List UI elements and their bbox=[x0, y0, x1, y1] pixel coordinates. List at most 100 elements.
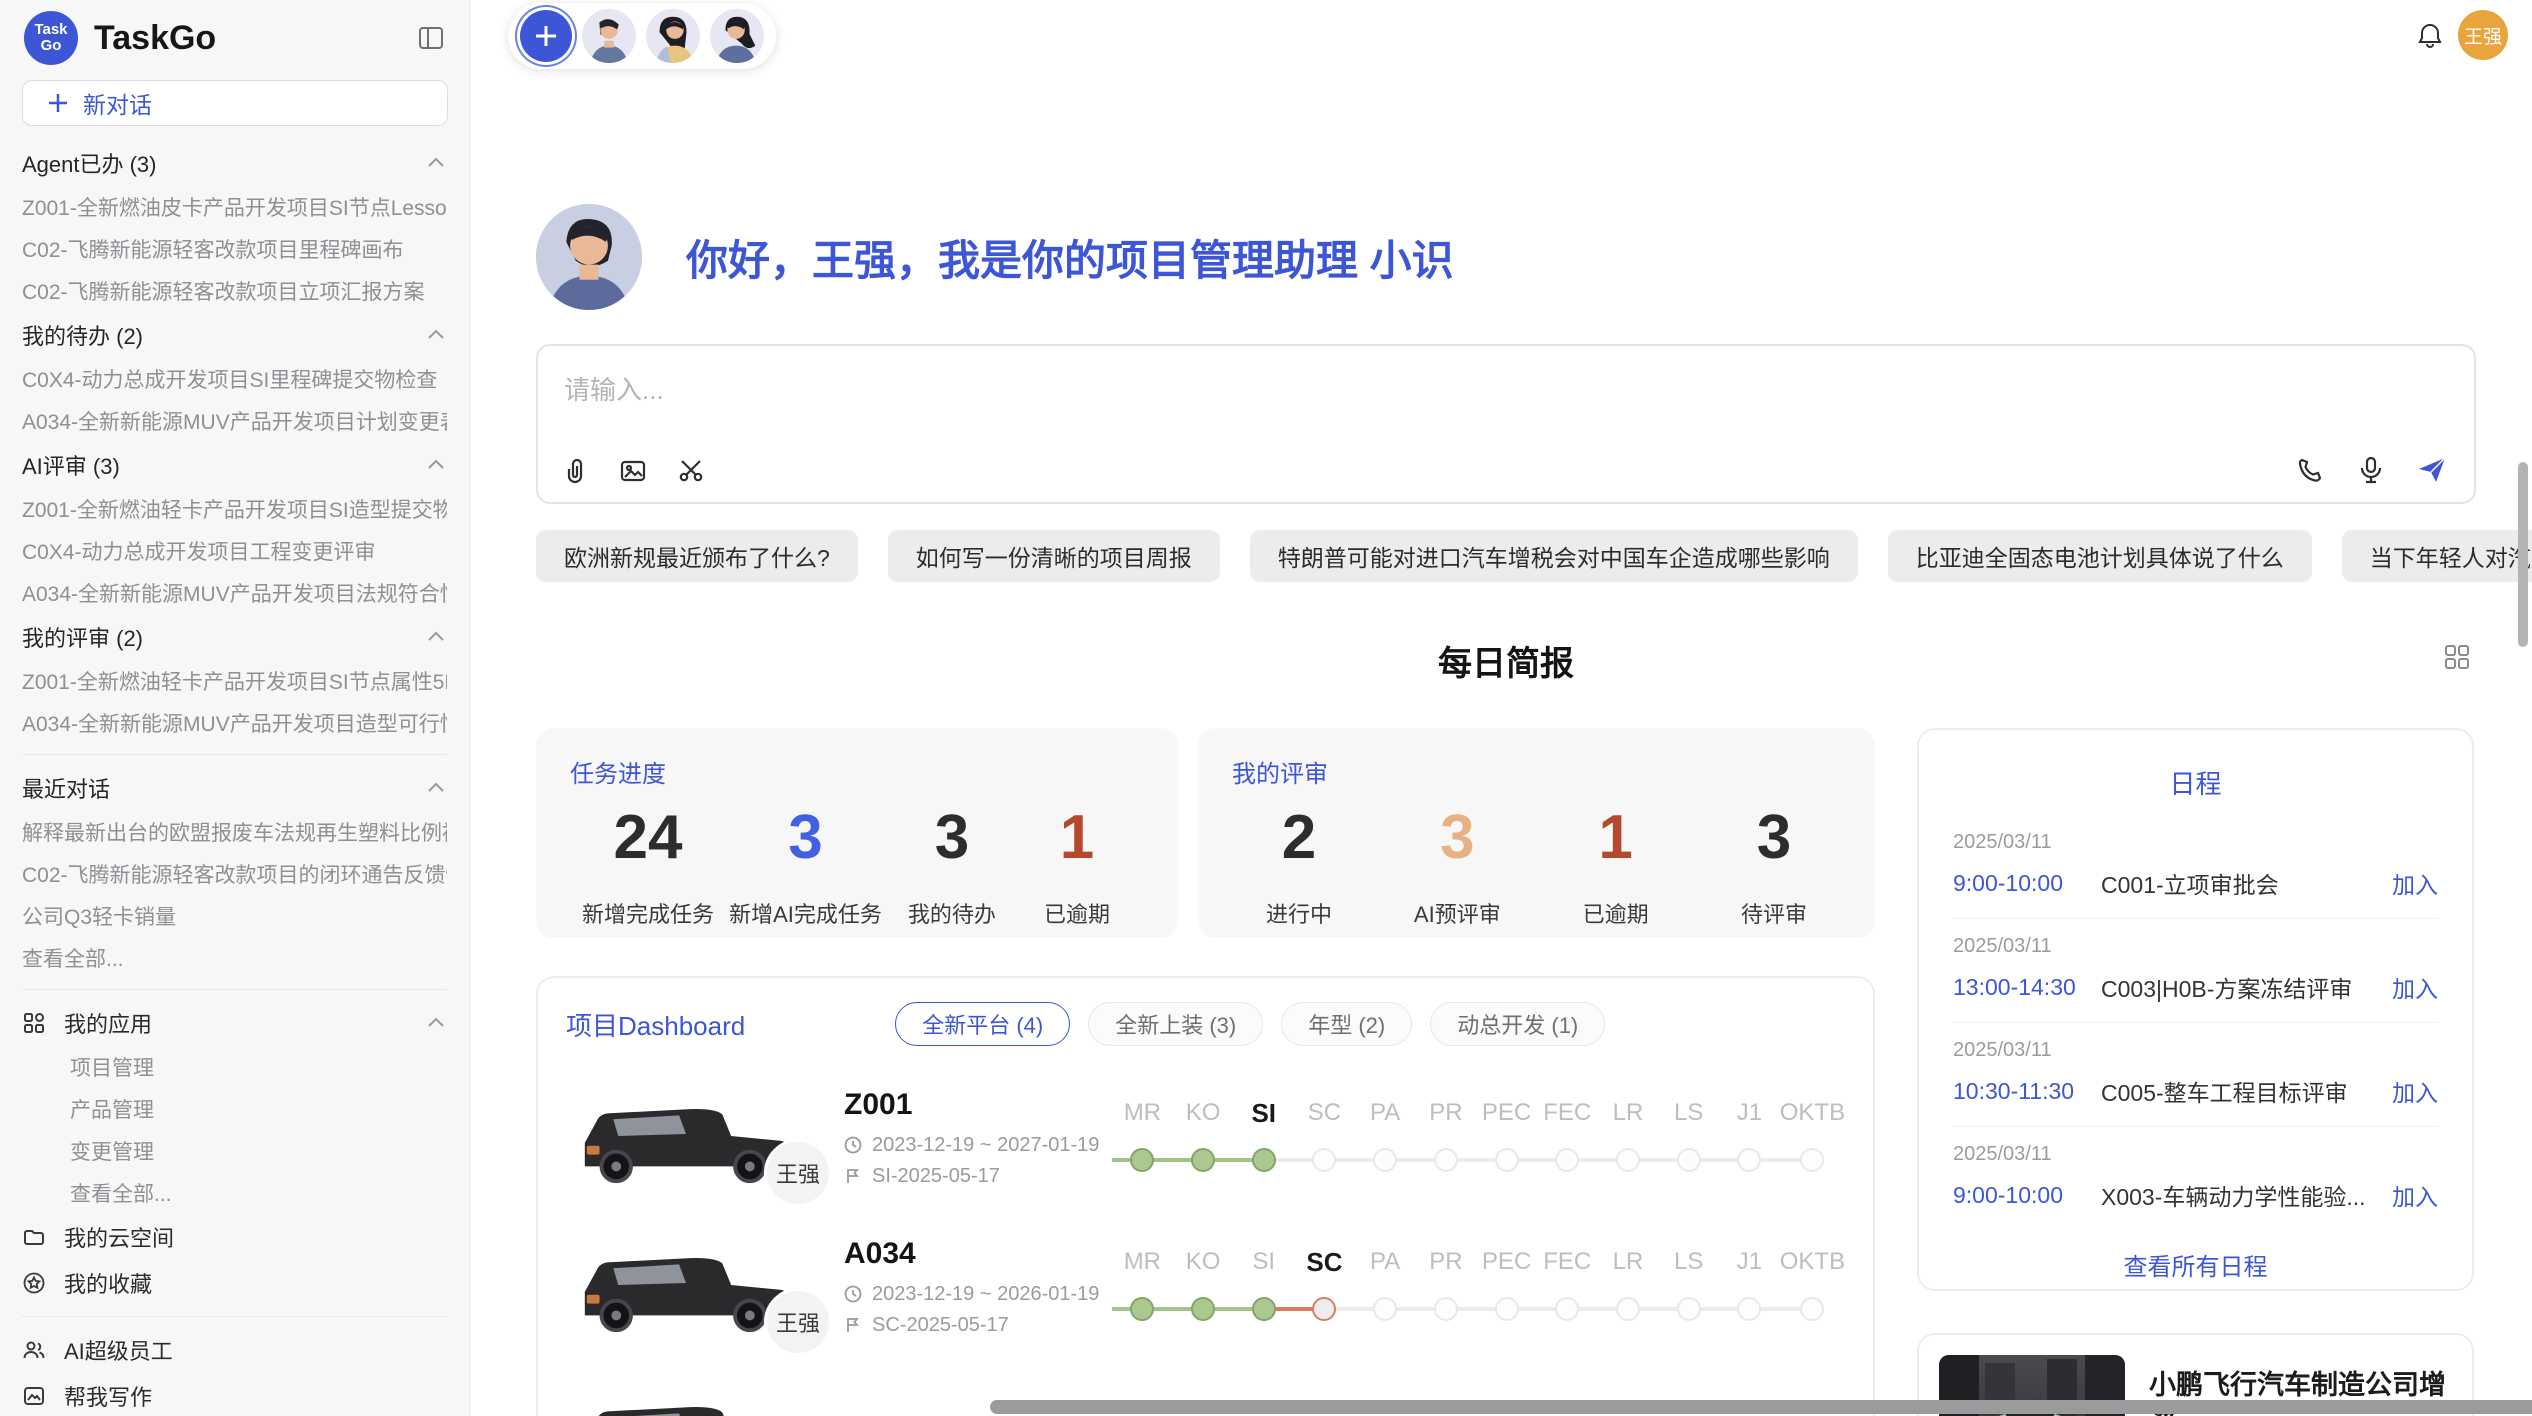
app-link[interactable]: 变更管理 bbox=[22, 1130, 447, 1172]
app-logo: Task Go bbox=[24, 11, 78, 65]
horizontal-scrollbar[interactable] bbox=[990, 1400, 2532, 1414]
add-session-button[interactable] bbox=[520, 10, 572, 62]
sidebar-task-item[interactable]: Z001-全新燃油轻卡产品开发项目SI造型提交物评审 bbox=[22, 488, 447, 530]
join-link[interactable]: 加入 bbox=[2392, 970, 2438, 1004]
send-icon[interactable] bbox=[2416, 454, 2448, 486]
milestone: MR bbox=[1112, 1241, 1173, 1333]
recent-chat-item[interactable]: 解释最新出台的欧盟报废车法规再生塑料比例被调至15%... bbox=[22, 811, 447, 853]
suggestion-chip[interactable]: 如何写一份清晰的项目周报 bbox=[888, 530, 1220, 582]
section-ai-review[interactable]: AI评审 (3) bbox=[22, 442, 447, 488]
section-label: 我的评审 (2) bbox=[22, 621, 143, 653]
schedule-entry: 2025/03/11 13:00-14:30 C003|H0B-方案冻结评审 加… bbox=[1953, 919, 2438, 1023]
recent-view-all-link[interactable]: 查看全部... bbox=[22, 937, 447, 979]
ai-super-staff-label: AI超级员工 bbox=[64, 1334, 173, 1366]
milestone-label: FEC bbox=[1537, 1241, 1598, 1283]
layout-grid-icon[interactable] bbox=[2442, 642, 2472, 672]
dashboard-tab[interactable]: 全新上装 (3) bbox=[1088, 1002, 1263, 1046]
greeting-block: 你好，王强，我是你的项目管理助理 小识 bbox=[536, 204, 2476, 310]
milestone: OKTB bbox=[1780, 1241, 1845, 1333]
sidebar-header: Task Go TaskGo bbox=[0, 0, 469, 76]
microphone-icon[interactable] bbox=[2356, 455, 2386, 485]
stat-label: 待评审 bbox=[1741, 897, 1807, 929]
my-cloud-space[interactable]: 我的云空间 bbox=[22, 1214, 447, 1260]
chat-composer[interactable] bbox=[536, 344, 2476, 504]
schedule-time: 9:00-10:00 bbox=[1953, 1182, 2101, 1209]
screenshot-scissors-icon[interactable] bbox=[676, 456, 706, 486]
section-agent-done[interactable]: Agent已办 (3) bbox=[22, 140, 447, 186]
user-avatar[interactable]: 王强 bbox=[2458, 10, 2508, 60]
chat-input[interactable] bbox=[562, 368, 1762, 412]
stat-label: 新增AI完成任务 bbox=[729, 897, 882, 929]
join-link[interactable]: 加入 bbox=[2392, 1178, 2438, 1212]
vertical-scrollbar[interactable] bbox=[2518, 462, 2528, 647]
join-link[interactable]: 加入 bbox=[2392, 1074, 2438, 1108]
my-apps-header[interactable]: 我的应用 bbox=[22, 1000, 447, 1046]
stat-value: 2 bbox=[1282, 807, 1316, 869]
dashboard-tab[interactable]: 全新平台 (4) bbox=[895, 1002, 1070, 1046]
milestone-dot bbox=[1252, 1297, 1276, 1321]
section-my-todo[interactable]: 我的待办 (2) bbox=[22, 312, 447, 358]
sidebar-task-item[interactable]: A034-全新新能源MUV产品开发项目造型可行性评审 bbox=[22, 702, 447, 744]
milestone-label: J1 bbox=[1719, 1092, 1780, 1134]
sidebar-task-item[interactable]: Z001-全新燃油轻卡产品开发项目SI节点属性5D文件评审 bbox=[22, 660, 447, 702]
milestone: J1 bbox=[1719, 1092, 1780, 1184]
ai-super-staff[interactable]: AI超级员工 bbox=[22, 1327, 447, 1373]
milestone-track: MR KO SI SC bbox=[1112, 1092, 1845, 1184]
suggestion-chip[interactable]: 欧洲新规最近颁布了什么? bbox=[536, 530, 858, 582]
sidebar-task-item[interactable]: C02-飞腾新能源轻客改款项目里程碑画布 bbox=[22, 228, 447, 270]
recent-chat-item[interactable]: C02-飞腾新能源轻客改款项目的闭环通告反馈情况 bbox=[22, 853, 447, 895]
app-link[interactable]: 项目管理 bbox=[22, 1046, 447, 1088]
project-owner-badge: 王强 bbox=[764, 1288, 832, 1356]
insert-image-icon[interactable] bbox=[618, 456, 648, 486]
section-items: Z001-全新燃油轻卡产品开发项目SI造型提交物评审C0X4-动力总成开发项目工… bbox=[22, 488, 447, 614]
session-avatar[interactable] bbox=[710, 9, 764, 63]
sidebar-task-item[interactable]: C0X4-动力总成开发项目工程变更评审 bbox=[22, 530, 447, 572]
new-chat-button[interactable]: 新对话 bbox=[22, 80, 448, 126]
session-avatar[interactable] bbox=[582, 9, 636, 63]
dashboard-tab[interactable]: 动总开发 (1) bbox=[1430, 1002, 1605, 1046]
milestone-label: SI bbox=[1233, 1092, 1294, 1134]
sidebar-task-item[interactable]: A034-全新新能源MUV产品开发项目法规符合性评审 bbox=[22, 572, 447, 614]
app-link[interactable]: 产品管理 bbox=[22, 1088, 447, 1130]
chevron-up-icon bbox=[425, 152, 447, 174]
greeting-text: 你好，王强，我是你的项目管理助理 小识 bbox=[686, 227, 1454, 288]
suggestion-chip[interactable]: 比亚迪全固态电池计划具体说了什么 bbox=[1888, 530, 2312, 582]
suggestion-chip[interactable]: 特朗普可能对进口汽车增税会对中国车企造成哪些影响 bbox=[1250, 530, 1858, 582]
logo-line2: Go bbox=[41, 38, 62, 54]
sidebar-task-item[interactable]: C02-飞腾新能源轻客改款项目立项汇报方案 bbox=[22, 270, 447, 312]
dashboard-tab[interactable]: 年型 (2) bbox=[1281, 1002, 1412, 1046]
help-me-write[interactable]: 帮我写作 bbox=[22, 1373, 447, 1416]
section-recent-chats[interactable]: 最近对话 bbox=[22, 765, 447, 811]
recent-chat-item[interactable]: 公司Q3轻卡销量 bbox=[22, 895, 447, 937]
daily-brief-header: 每日简报 bbox=[536, 636, 2476, 682]
stats: 2 进行中 3 AI预评审 1 已逾期 3 bbox=[1232, 807, 1841, 929]
image-doc-icon bbox=[22, 1384, 46, 1408]
sidebar-task-item[interactable]: Z001-全新燃油皮卡产品开发项目SI节点Lesson Learn报告 bbox=[22, 186, 447, 228]
sidebar-task-item[interactable]: C0X4-动力总成开发项目SI里程碑提交物检查 bbox=[22, 358, 447, 400]
view-all-schedule-link[interactable]: 查看所有日程 bbox=[2118, 1246, 2274, 1283]
section-my-review[interactable]: 我的评审 (2) bbox=[22, 614, 447, 660]
my-favorites[interactable]: 我的收藏 bbox=[22, 1260, 447, 1306]
milestone: PR bbox=[1416, 1092, 1477, 1184]
sidebar-task-item[interactable]: A034-全新新能源MUV产品开发项目计划变更表编写 bbox=[22, 400, 447, 442]
users-icon bbox=[22, 1338, 46, 1362]
chevron-up-icon bbox=[425, 454, 447, 476]
notification-bell-icon[interactable] bbox=[2414, 20, 2446, 52]
attach-file-icon[interactable] bbox=[560, 456, 590, 486]
project-node-label: SI-2025-05-17 bbox=[872, 1165, 1000, 1188]
main-content: 你好，王强，我是你的项目管理助理 小识 bbox=[470, 204, 2532, 1416]
milestone-label: LS bbox=[1658, 1092, 1719, 1134]
milestone-label: PR bbox=[1416, 1092, 1477, 1134]
session-avatar[interactable] bbox=[646, 9, 700, 63]
join-link[interactable]: 加入 bbox=[2392, 866, 2438, 900]
apps-view-all-link[interactable]: 查看全部... bbox=[22, 1172, 447, 1214]
voice-call-icon[interactable] bbox=[2296, 455, 2326, 485]
project-info: Z001 2023-12-19 ~ 2027-01-19 SI-2025-05-… bbox=[844, 1088, 1106, 1188]
schedule-entries: 2025/03/11 9:00-10:00 C001-立项审批会 加入 2025… bbox=[1953, 815, 2438, 1230]
sidebar-list: Agent已办 (3) Z001-全新燃油皮卡产品开发项目SI节点Lesson … bbox=[0, 126, 469, 1416]
stat-value: 1 bbox=[1060, 807, 1094, 869]
collapse-sidebar-icon[interactable] bbox=[417, 24, 445, 52]
suggestion-chip[interactable]: 当下年轻人对汽车外观有怎样的喜好趋势 bbox=[2342, 530, 2532, 582]
task-progress-card: 任务进度 24 新增完成任务 3 新增AI完成任务 bbox=[536, 728, 1178, 938]
schedule-card: 日程 2025/03/11 9:00-10:00 C001-立项审批会 加入 bbox=[1917, 728, 2474, 1291]
